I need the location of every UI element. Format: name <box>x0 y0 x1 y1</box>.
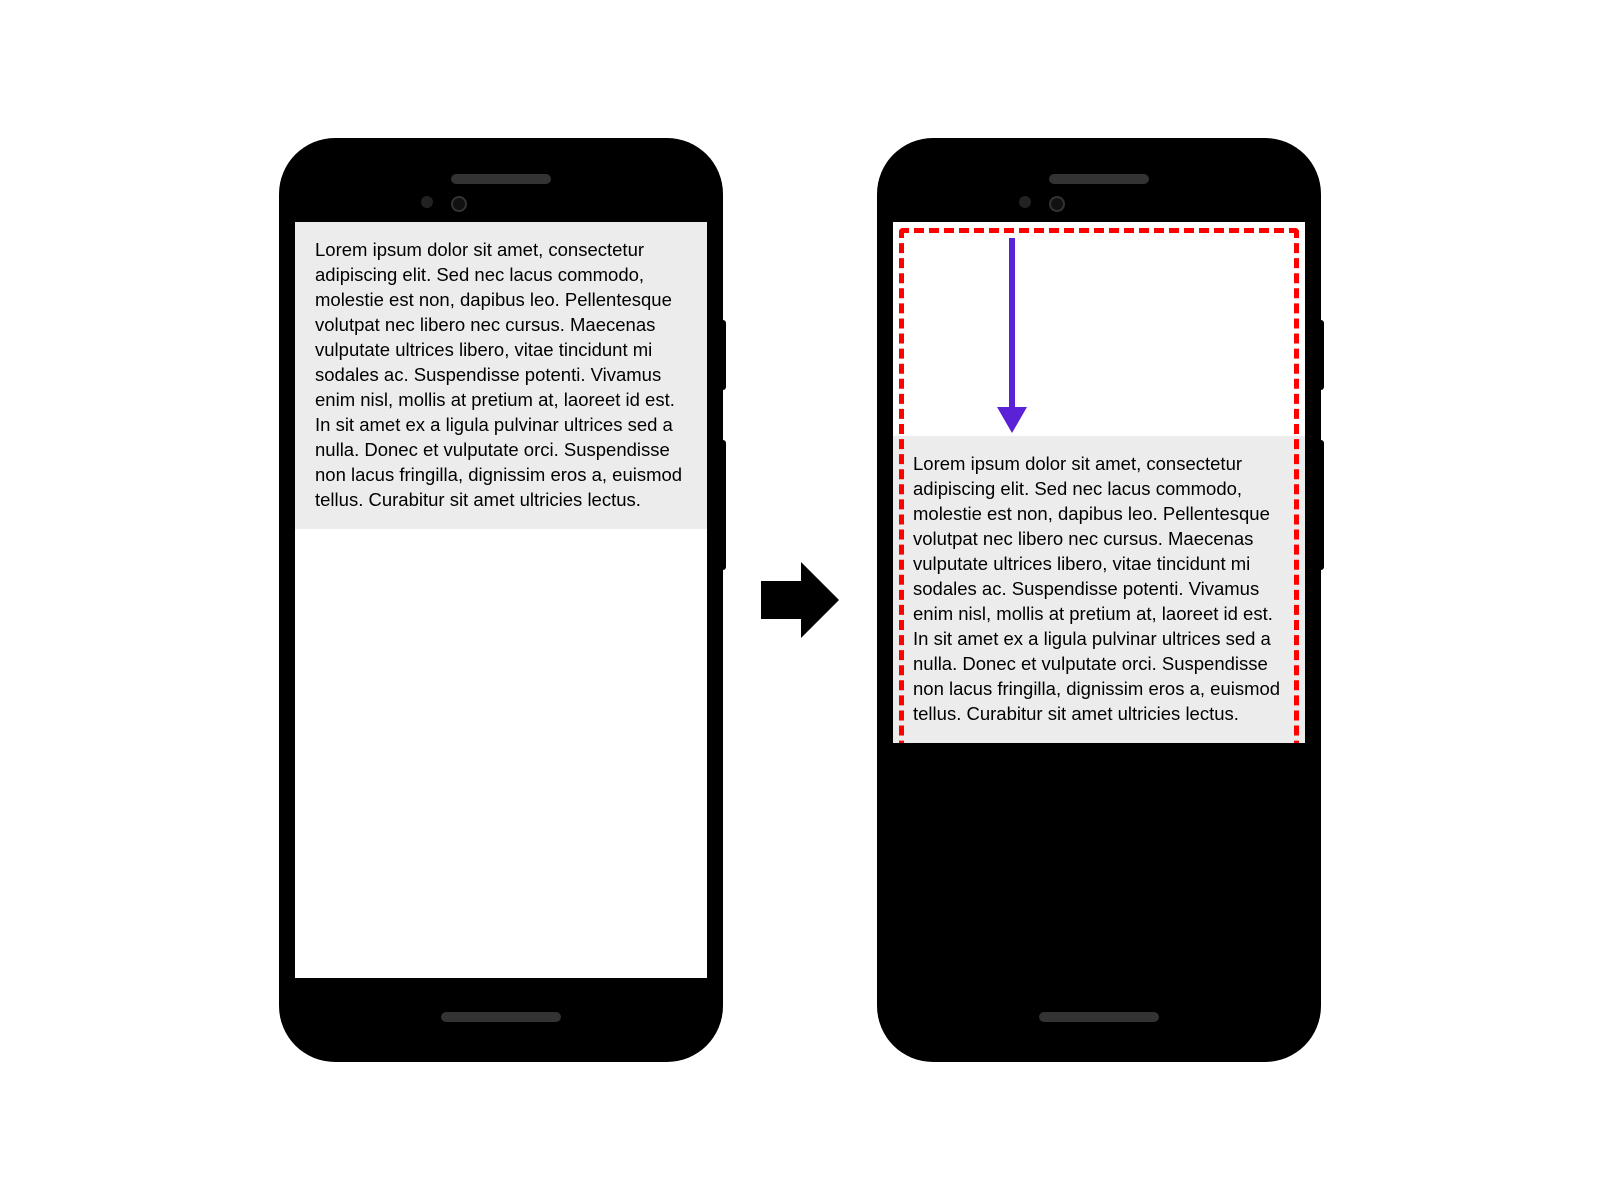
phone-power-button <box>1319 320 1324 390</box>
transition-arrow <box>761 562 839 638</box>
phone-sensor <box>1049 196 1065 212</box>
phone-right: Lorem ipsum dolor sit amet, consectetur … <box>879 140 1319 1060</box>
phone-speaker-top <box>451 174 551 184</box>
phone-frame-left: Lorem ipsum dolor sit amet, consectetur … <box>281 140 721 1060</box>
phone-camera <box>1019 196 1031 208</box>
arrow-right-icon <box>761 562 839 638</box>
phone-speaker-top <box>1049 174 1149 184</box>
phone-inner-right: Lorem ipsum dolor sit amet, consectetur … <box>893 154 1305 1046</box>
phone-inner-left: Lorem ipsum dolor sit amet, consectetur … <box>295 154 707 1046</box>
phone-screen-left: Lorem ipsum dolor sit amet, consectetur … <box>295 222 707 978</box>
phone-frame-right: Lorem ipsum dolor sit amet, consectetur … <box>879 140 1319 1060</box>
scroll-direction-arrow <box>1009 238 1027 433</box>
phone-power-button <box>721 320 726 390</box>
phone-volume-button <box>1319 440 1324 570</box>
text-block-right: Lorem ipsum dolor sit amet, consectetur … <box>893 436 1305 743</box>
phone-volume-button <box>721 440 726 570</box>
phone-speaker-bottom <box>1039 1012 1159 1022</box>
phone-camera <box>421 196 433 208</box>
phone-speaker-bottom <box>441 1012 561 1022</box>
phone-screen-right: Lorem ipsum dolor sit amet, consectetur … <box>893 222 1305 743</box>
phone-left: Lorem ipsum dolor sit amet, consectetur … <box>281 140 721 1060</box>
text-block-left: Lorem ipsum dolor sit amet, consectetur … <box>295 222 707 529</box>
phone-sensor <box>451 196 467 212</box>
diagram-container: Lorem ipsum dolor sit amet, consectetur … <box>0 0 1600 1200</box>
